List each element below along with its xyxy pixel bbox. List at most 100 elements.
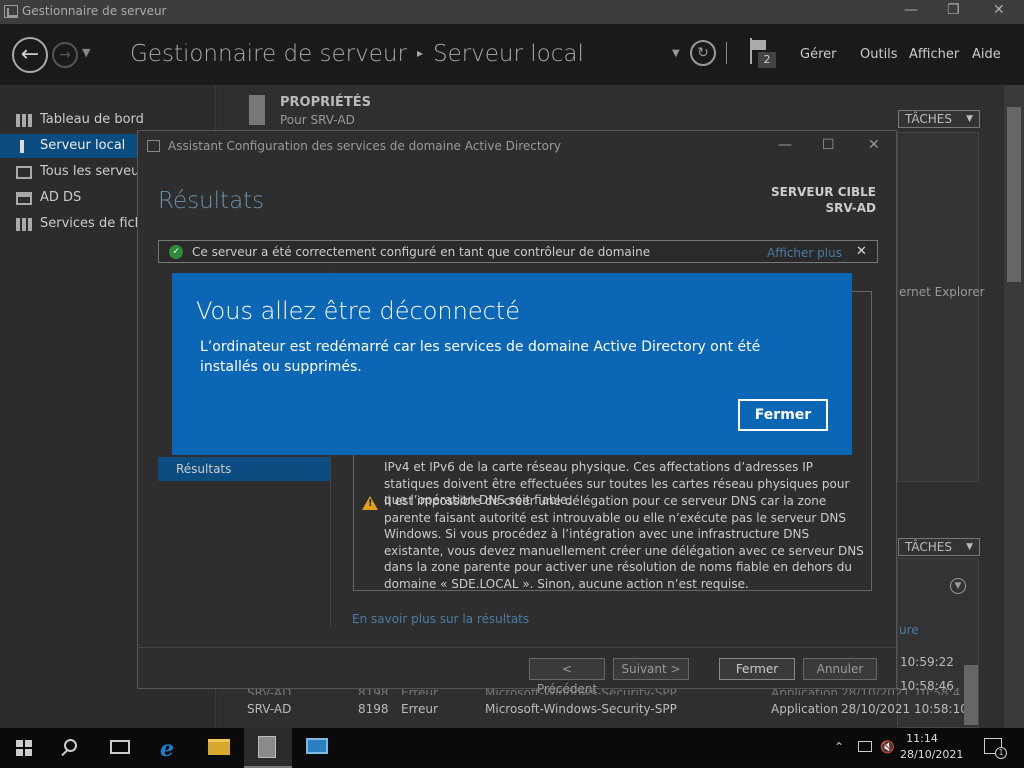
results-text-2: Il est impossible de créer une délégatio… [384, 494, 864, 591]
restore-button[interactable]: ❐ [947, 2, 960, 18]
file-explorer-icon [208, 739, 230, 755]
sidebar-item-label: Serveur local [40, 138, 126, 153]
network-icon[interactable] [858, 741, 872, 752]
close-icon[interactable]: ✕ [856, 244, 867, 259]
next-button[interactable]: Suivant > [613, 658, 689, 680]
wizard-heading: Résultats [158, 188, 265, 214]
event-level: Erreur [401, 702, 438, 716]
task-view-icon [110, 740, 130, 754]
properties-panel [897, 132, 979, 482]
taskbar-server-manager[interactable] [244, 728, 292, 768]
event-log: Application [771, 702, 839, 716]
sidebar-item-label: Tableau de bord [40, 112, 144, 127]
app-header: ← → ▼ Gestionnaire de serveur ▸ Serveur lo… [0, 24, 1024, 85]
modal-title: Vous allez être déconnecté [196, 297, 520, 325]
search-button[interactable] [48, 728, 96, 768]
wizard-close-action-button[interactable]: Fermer [719, 658, 795, 680]
menu-view[interactable]: Afficher [909, 47, 959, 62]
sidebar-item-label: Tous les serveurs [40, 164, 152, 179]
server-manager-icon [258, 736, 276, 758]
menu-manage[interactable]: Gérer [800, 47, 836, 62]
wizard-nav-results[interactable]: Résultats [158, 457, 330, 481]
event-time: 10:59:22 [900, 655, 954, 669]
task-view-button[interactable] [96, 728, 144, 768]
menu-tools[interactable]: Outils [860, 47, 898, 62]
notice-message: Ce serveur a été correctement configuré … [192, 245, 651, 259]
chevron-down-icon: ▼ [966, 114, 973, 124]
tasks-label: TÂCHES [905, 112, 952, 126]
forward-button[interactable]: → [52, 42, 78, 68]
wizard-maximize-button[interactable]: ☐ [822, 137, 835, 153]
windows-start-icon [16, 740, 32, 756]
minimize-button[interactable]: — [904, 2, 918, 18]
events-tasks-dropdown[interactable]: TÂCHES ▼ [898, 538, 980, 556]
wizard-close-button[interactable]: ✕ [868, 137, 880, 153]
clock-date: 28/10/2021 [900, 748, 964, 761]
internet-explorer-icon: e [160, 736, 174, 762]
wizard-title: Assistant Configuration des services de … [168, 139, 561, 153]
volume-muted-icon[interactable]: 🔇 [880, 740, 895, 754]
server-properties-icon [249, 95, 265, 125]
table-row[interactable]: SRV-AD 8198 Erreur Microsoft-Windows-Sec… [241, 699, 968, 721]
local-server-icon [20, 140, 24, 153]
target-server-label: SERVEUR CIBLE [771, 185, 876, 199]
window-title: Gestionnaire de serveur [22, 4, 167, 18]
wizard-app-icon [147, 140, 160, 152]
event-source: Microsoft-Windows-Security-SPP [485, 702, 677, 716]
search-icon [64, 739, 77, 752]
file-services-icon [16, 218, 32, 231]
taskbar-explorer[interactable] [196, 728, 244, 768]
breadcrumb-root[interactable]: Gestionnaire de serveur [130, 41, 407, 67]
taskbar-ie[interactable]: e [148, 728, 196, 768]
modal-message: L’ordinateur est redémarré car les servi… [200, 339, 761, 375]
start-button[interactable] [0, 728, 48, 768]
breadcrumb-current: Serveur local [432, 41, 584, 67]
tasks-label: TÂCHES [905, 540, 952, 554]
breadcrumb-separator-icon: ▸ [416, 46, 423, 60]
cancel-button[interactable]: Annuler [803, 658, 877, 680]
refresh-icon[interactable]: ↻ [690, 40, 716, 66]
all-servers-icon [16, 166, 32, 179]
modal-close-button[interactable]: Fermer [738, 399, 828, 431]
tasks-dropdown[interactable]: TÂCHES ▼ [898, 110, 980, 128]
window-titlebar: Gestionnaire de serveur — ❐ ✕ [0, 0, 1024, 24]
close-window-button[interactable]: ✕ [993, 2, 1005, 18]
header-dropdown-icon[interactable]: ▼ [672, 48, 680, 59]
taskbar-rdp[interactable] [294, 728, 342, 768]
breadcrumb: Gestionnaire de serveur ▸ Serveur local [130, 41, 584, 67]
dashboard-icon [16, 114, 32, 127]
expand-circle-icon[interactable]: ▼ [950, 578, 966, 594]
ad-ds-icon [16, 192, 32, 205]
tray-overflow-icon[interactable]: ⌃ [834, 740, 844, 754]
remote-desktop-icon [306, 738, 328, 754]
header-divider [726, 42, 727, 64]
event-date: 28/10/2021 10:58:10 [841, 702, 968, 716]
event-server: SRV-AD [247, 702, 292, 716]
action-center-icon[interactable]: 1 [984, 738, 1007, 759]
server-manager-icon [4, 5, 18, 18]
sidebar-item-label: AD DS [40, 190, 82, 205]
events-scrollbar-thumb[interactable] [964, 665, 978, 725]
signout-modal: Vous allez être déconnecté L’ordinateur … [172, 273, 852, 455]
notification-count-badge: 2 [758, 52, 776, 68]
success-notice: ✓ Ce serveur a été correctement configur… [158, 240, 878, 263]
previous-button[interactable]: < Précédent [529, 658, 605, 696]
wizard-footer-divider [138, 647, 896, 648]
properties-title: PROPRIÉTÉS [280, 95, 371, 110]
scrollbar-thumb[interactable] [1007, 107, 1021, 282]
target-server-value: SRV-AD [825, 201, 876, 215]
wizard-minimize-button[interactable]: — [778, 137, 792, 153]
taskbar: e ⌃ 🔇 11:14 28/10/2021 1 [0, 728, 1024, 768]
configure-link[interactable]: ure [899, 623, 919, 637]
back-button[interactable]: ← [12, 37, 48, 73]
history-dropdown-icon[interactable]: ▼ [82, 46, 90, 59]
chevron-down-icon: ▼ [966, 542, 973, 552]
event-id: 8198 [358, 702, 389, 716]
learn-more-link[interactable]: En savoir plus sur la résultats [352, 612, 529, 626]
menu-help[interactable]: Aide [972, 47, 1001, 62]
taskbar-clock[interactable]: 11:14 28/10/2021 [900, 731, 964, 763]
show-more-link[interactable]: Afficher plus [767, 246, 842, 260]
ie-config-label: ernet Explorer [899, 285, 985, 299]
notifications-flag-icon[interactable]: 2 [748, 38, 778, 68]
sidebar-item-dashboard[interactable]: Tableau de bord [0, 108, 216, 132]
